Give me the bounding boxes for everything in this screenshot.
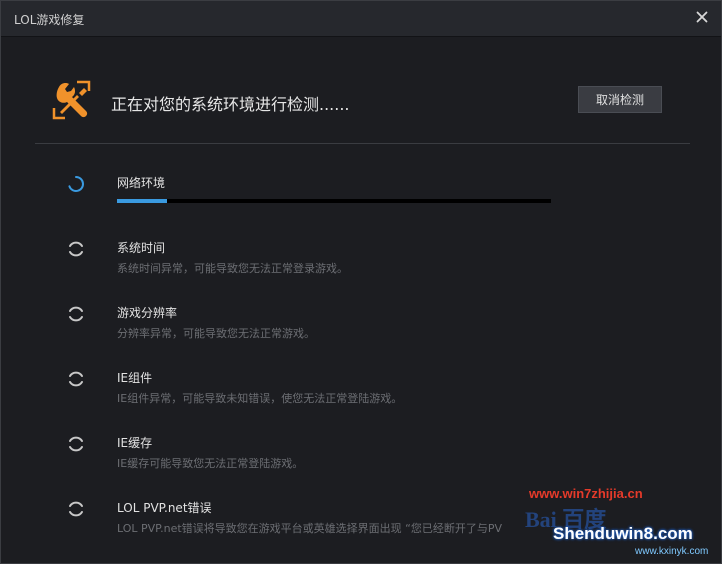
check-item-system-time: 系统时间 系统时间异常，可能导致您无法正常登录游戏。: [1, 237, 721, 297]
check-item-name: IE组件: [117, 371, 153, 385]
check-item-network: 网络环境: [1, 172, 721, 232]
window-title: LOL游戏修复: [14, 13, 85, 27]
check-item-name: IE缓存: [117, 436, 153, 450]
check-item-description: IE组件异常，可能导致未知错误，使您无法正常登陆游戏。: [117, 392, 403, 405]
cancel-detection-button[interactable]: 取消检测: [578, 86, 662, 113]
header-divider: [35, 143, 690, 144]
check-item-description: 系统时间异常，可能导致您无法正常登录游戏。: [117, 262, 348, 275]
close-icon[interactable]: [691, 6, 713, 28]
check-item-name: 网络环境: [117, 176, 166, 190]
loading-spinner-icon: [67, 305, 85, 323]
loading-spinner-icon: [67, 370, 85, 388]
check-item-name: 游戏分辨率: [117, 306, 178, 320]
loading-spinner-icon: [67, 175, 85, 193]
check-item-name: LOL PVP.net错误: [117, 501, 212, 515]
check-item-description: 分辨率异常，可能导致您无法正常游戏。: [117, 327, 315, 340]
loading-spinner-icon: [67, 435, 85, 453]
check-item-ie-cache: IE缓存 IE缓存可能导致您无法正常登陆游戏。: [1, 432, 721, 492]
check-item-name: 系统时间: [117, 241, 166, 255]
check-item-resolution: 游戏分辨率 分辨率异常，可能导致您无法正常游戏。: [1, 302, 721, 362]
network-progress-bar: [117, 199, 551, 203]
wrench-screwdriver-icon: [51, 79, 93, 121]
loading-spinner-icon: [67, 240, 85, 258]
check-item-description: IE缓存可能导致您无法正常登陆游戏。: [117, 457, 304, 470]
check-item-pvp-net: LOL PVP.net错误 LOL PVP.net错误将导致您在游戏平台或英雄选…: [1, 497, 721, 557]
loading-spinner-icon: [67, 500, 85, 518]
check-item-ie-component: IE组件 IE组件异常，可能导致未知错误，使您无法正常登陆游戏。: [1, 367, 721, 427]
check-item-description: LOL PVP.net错误将导致您在游戏平台或英雄选择界面出现 “您已经断开了与…: [117, 522, 502, 535]
detection-header: 正在对您的系统环境进行检测...... 取消检测: [1, 37, 721, 143]
detection-status-text: 正在对您的系统环境进行检测......: [111, 95, 350, 114]
lol-repair-window: LOL游戏修复 正在对您的系统环境进行检测...... 取消检测 网络环境 系统…: [0, 0, 722, 564]
title-bar[interactable]: LOL游戏修复: [1, 1, 721, 37]
progress-fill: [117, 199, 167, 203]
